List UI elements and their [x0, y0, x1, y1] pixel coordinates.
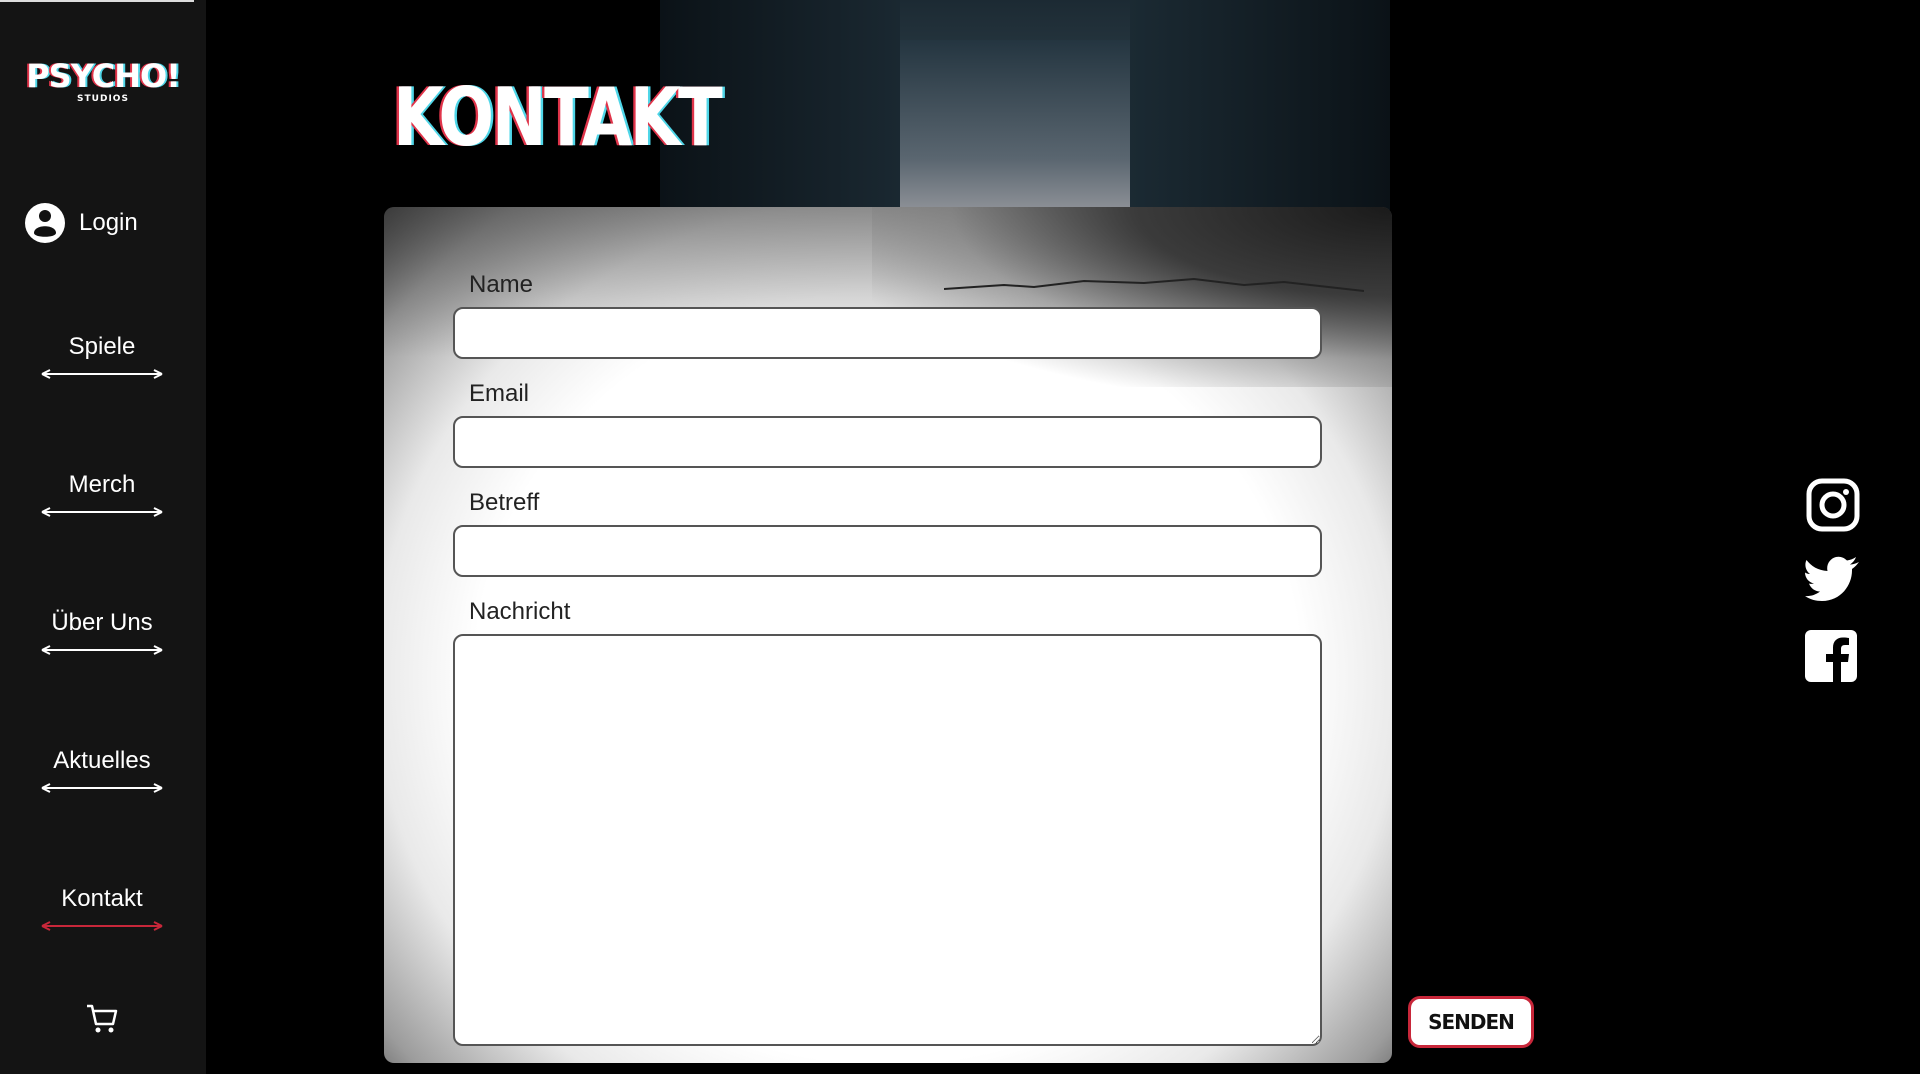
nav-underline: [41, 369, 163, 379]
logo-sub: STUDIOS: [77, 94, 129, 104]
sidebar-item-aktuelles[interactable]: Aktuelles: [40, 747, 164, 793]
nav-underline: [41, 783, 163, 793]
cart-icon[interactable]: [84, 1000, 120, 1040]
sidebar-item-ueber-uns[interactable]: Über Uns: [40, 609, 164, 655]
logo[interactable]: PSYCHO! STUDIOS: [26, 57, 181, 104]
email-field[interactable]: [453, 416, 1322, 468]
twitter-icon[interactable]: [1805, 556, 1861, 608]
subject-label: Betreff: [469, 489, 540, 516]
sidebar-item-merch[interactable]: Merch: [40, 471, 164, 517]
message-field[interactable]: [453, 634, 1322, 1046]
sidebar-item-spiele[interactable]: Spiele: [40, 333, 164, 379]
instagram-icon[interactable]: [1805, 477, 1861, 537]
name-field[interactable]: [453, 307, 1322, 359]
logo-brand: PSYCHO!: [26, 57, 181, 95]
login-label: Login: [79, 209, 138, 236]
email-label: Email: [469, 380, 530, 407]
name-label: Name: [469, 271, 534, 298]
sidebar-item-kontakt[interactable]: Kontakt: [40, 885, 164, 931]
page-title: KONTAKT: [393, 71, 723, 164]
nav-underline: [41, 645, 163, 655]
background-corridor-image: [660, 0, 1390, 210]
nav-underline: [41, 507, 163, 517]
sidebar-item-label: Kontakt: [61, 885, 143, 912]
sidebar: PSYCHO! STUDIOS Login Spiele Merch Über …: [0, 0, 206, 1074]
contact-form: Name Email Betreff Nachricht: [384, 207, 1392, 1063]
message-label: Nachricht: [469, 598, 571, 625]
nav-underline-active: [41, 921, 163, 931]
send-button[interactable]: SENDEN: [1408, 996, 1534, 1048]
sidebar-item-label: Über Uns: [51, 609, 153, 636]
sidebar-item-label: Merch: [68, 471, 136, 498]
sidebar-item-label: Spiele: [68, 333, 136, 360]
sidebar-top-divider: [0, 0, 194, 2]
crack-decoration: [944, 277, 1364, 292]
facebook-icon[interactable]: [1805, 630, 1857, 686]
subject-field[interactable]: [453, 525, 1322, 577]
login-button[interactable]: Login: [25, 203, 138, 243]
sidebar-item-label: Aktuelles: [53, 747, 151, 774]
user-icon: [25, 203, 65, 243]
